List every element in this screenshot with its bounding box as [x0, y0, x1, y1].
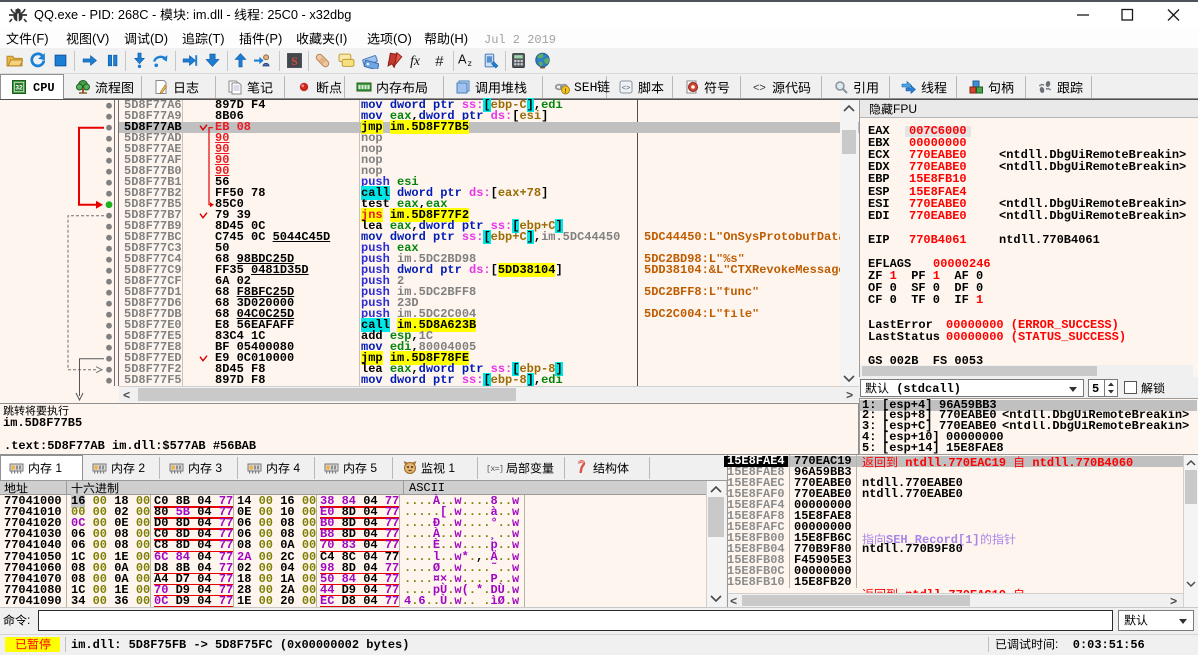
svg-text:32: 32 [15, 85, 23, 92]
svg-text:<>: <> [753, 82, 766, 94]
svg-text:[x=]: [x=] [487, 464, 503, 474]
svg-text:z: z [468, 58, 472, 68]
svg-text:!: ! [564, 88, 566, 95]
svg-text:fx: fx [410, 53, 421, 68]
svg-text:#: # [435, 54, 444, 69]
svg-text:S: S [291, 55, 298, 68]
svg-text:<>: <> [622, 85, 630, 93]
svg-text:A: A [458, 52, 467, 67]
